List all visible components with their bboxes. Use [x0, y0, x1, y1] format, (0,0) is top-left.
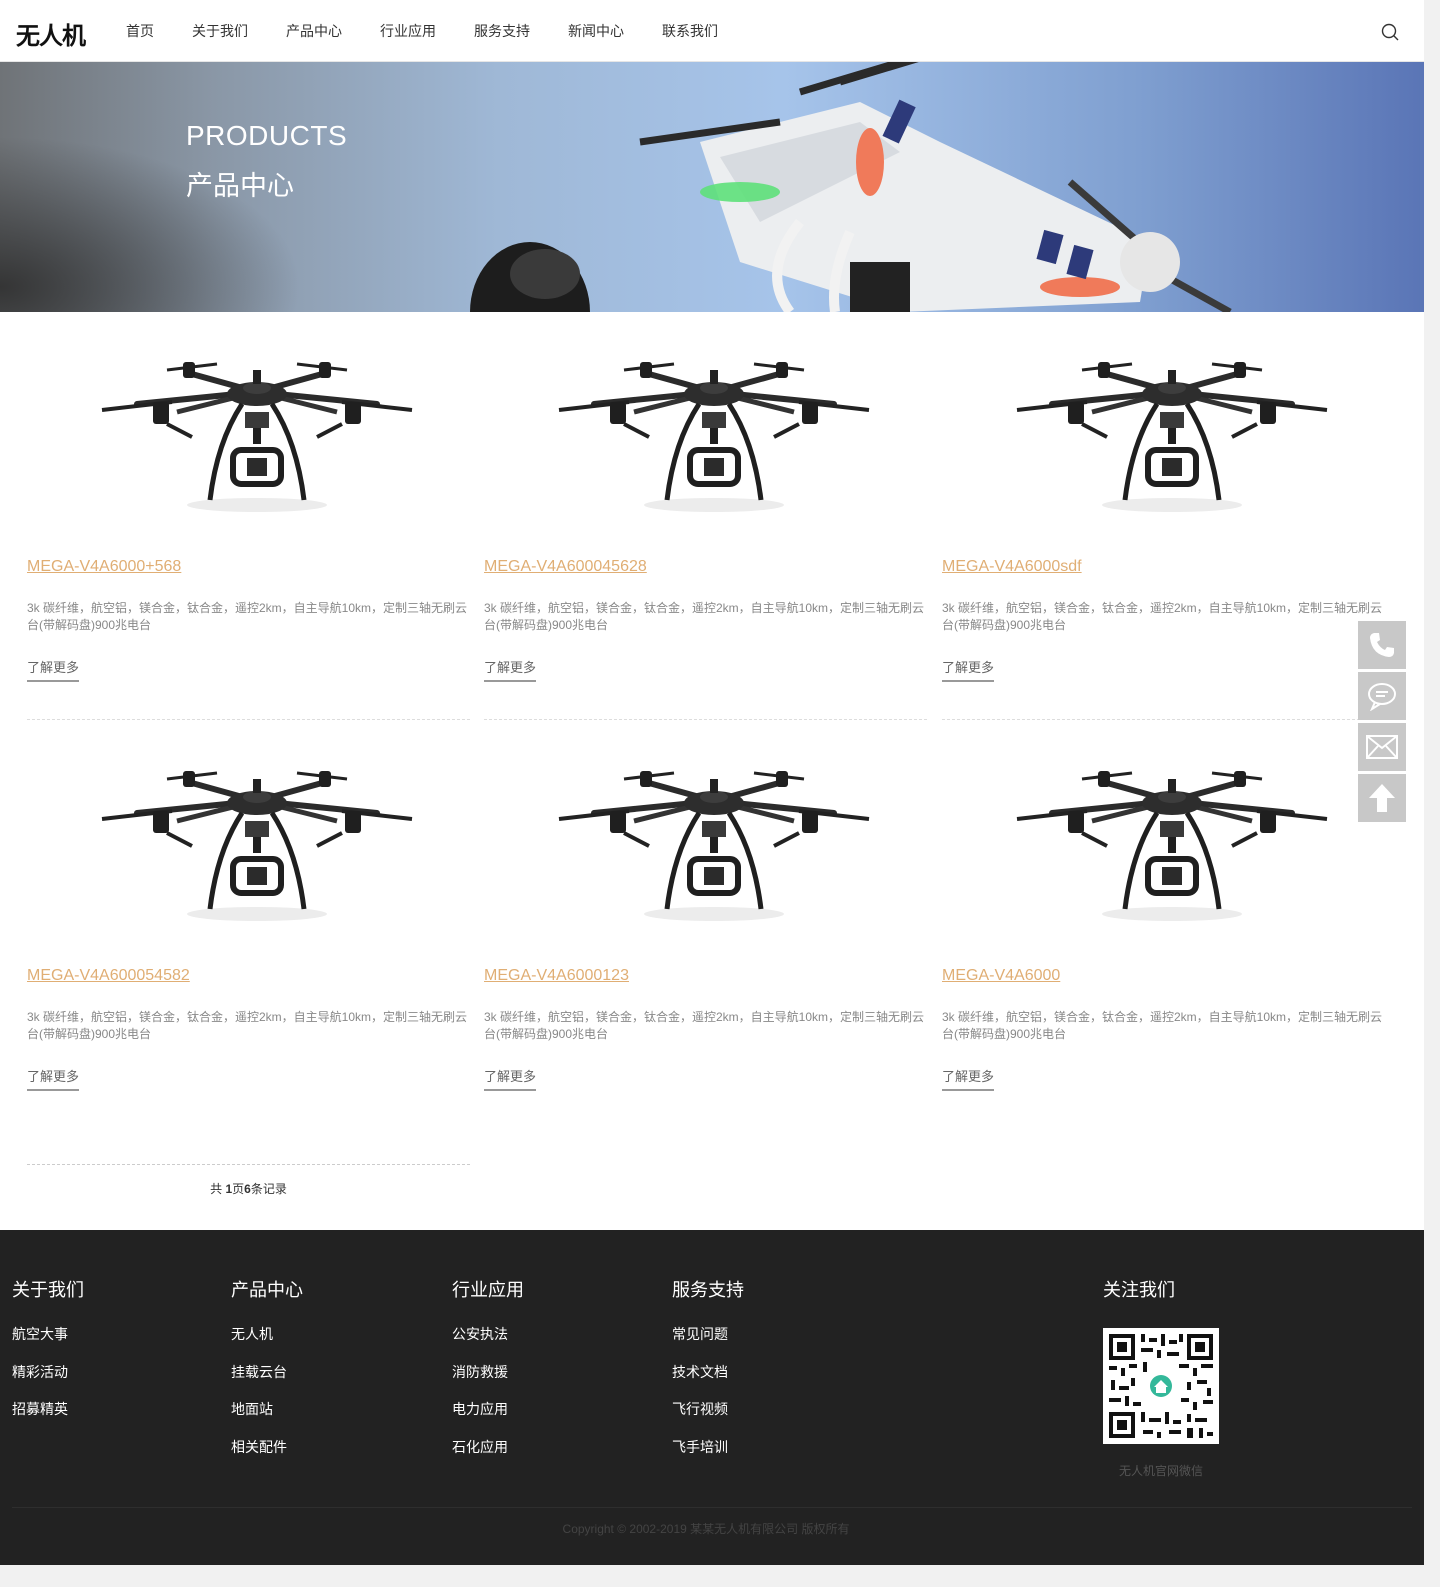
logo[interactable]: 无人机: [16, 16, 86, 51]
product-desc: 3k 碳纤维，航空铝，镁合金，钛合金，遥控2km，自主导航10km，定制三轴无刷…: [942, 1010, 1383, 1041]
drone-image[interactable]: [942, 721, 1385, 956]
product-desc: 3k 碳纤维，航空铝，镁合金，钛合金，遥控2km，自主导航10km，定制三轴无刷…: [942, 601, 1383, 632]
back-to-top-button[interactable]: [1358, 774, 1406, 822]
footer-col-industry: 行业应用 公安执法 消防救援 电力应用 石化应用: [452, 1276, 524, 1474]
scrollbar[interactable]: [1424, 0, 1440, 1587]
main-nav: 首页 关于我们 产品中心 行业应用 服务支持 新闻中心 联系我们: [126, 0, 756, 62]
footer-link[interactable]: 公安执法: [452, 1324, 524, 1344]
footer-col-title: 产品中心: [231, 1280, 303, 1300]
footer-col-title: 行业应用: [452, 1280, 524, 1300]
product-desc: 3k 碳纤维，航空铝，镁合金，钛合金，遥控2km，自主导航10km，定制三轴无刷…: [484, 601, 925, 632]
product-card: MEGA-V4A6000+568 3k 碳纤维，航空铝，镁合金，钛合金，遥控2k…: [27, 312, 470, 721]
phone-button[interactable]: [1358, 621, 1406, 669]
drone-image[interactable]: [942, 312, 1385, 547]
pager-count: 6: [244, 1182, 251, 1196]
product-title[interactable]: MEGA-V4A6000123: [484, 967, 629, 985]
pager-prefix: 共: [210, 1182, 226, 1196]
product-card: MEGA-V4A6000 3k 碳纤维，航空铝，镁合金，钛合金，遥控2km，自主…: [942, 721, 1385, 1130]
product-desc: 3k 碳纤维，航空铝，镁合金，钛合金，遥控2km，自主导航10km，定制三轴无刷…: [27, 1010, 468, 1041]
footer-link[interactable]: 精彩活动: [12, 1362, 84, 1382]
search-icon[interactable]: [1381, 23, 1399, 41]
header: 无人机 首页 关于我们 产品中心 行业应用 服务支持 新闻中心 联系我们: [0, 0, 1424, 62]
footer-link[interactable]: 航空大事: [12, 1324, 84, 1344]
product-card: MEGA-V4A600045628 3k 碳纤维，航空铝，镁合金，钛合金，遥控2…: [484, 312, 927, 721]
footer-col-about: 关于我们 航空大事 精彩活动 招募精英: [12, 1276, 84, 1437]
drone-image[interactable]: [27, 312, 470, 547]
pager-suffix: 条记录: [250, 1182, 287, 1196]
learn-more-link[interactable]: 了解更多: [27, 657, 80, 682]
copyright: Copyright © 2002-2019 某某无人机有限公司 版权所有: [562, 1522, 850, 1536]
pager-divider: [27, 1164, 470, 1165]
arrow-up-icon: [1369, 784, 1395, 812]
nav-news[interactable]: 新闻中心: [568, 0, 624, 62]
learn-more-link[interactable]: 了解更多: [484, 1066, 537, 1091]
product-title[interactable]: MEGA-V4A6000sdf: [942, 558, 1082, 576]
banner-title-cn: 产品中心: [186, 171, 294, 201]
footer-col-products: 产品中心 无人机 挂载云台 地面站 相关配件: [231, 1276, 303, 1474]
drone-image[interactable]: [484, 312, 927, 547]
footer-col-title: 关注我们: [1103, 1280, 1175, 1300]
drone-image[interactable]: [27, 721, 470, 956]
divider: [942, 719, 1385, 720]
product-card: MEGA-V4A600054582 3k 碳纤维，航空铝，镁合金，钛合金，遥控2…: [27, 721, 470, 1130]
side-float-bar: [1358, 621, 1408, 825]
divider: [484, 719, 927, 720]
footer-link[interactable]: 电力应用: [452, 1399, 524, 1419]
product-desc: 3k 碳纤维，航空铝，镁合金，钛合金，遥控2km，自主导航10km，定制三轴无刷…: [27, 601, 468, 632]
product-title[interactable]: MEGA-V4A6000: [942, 967, 1060, 985]
footer-col-service: 服务支持 常见问题 技术文档 飞行视频 飞手培训: [672, 1276, 744, 1474]
nav-products[interactable]: 产品中心: [286, 0, 342, 62]
page: 无人机 首页 关于我们 产品中心 行业应用 服务支持 新闻中心 联系我们 PRO…: [0, 0, 1424, 1565]
learn-more-link[interactable]: 了解更多: [942, 657, 995, 682]
banner: PRODUCTS 产品中心: [0, 62, 1424, 312]
footer-link[interactable]: 飞手培训: [672, 1437, 744, 1457]
nav-service[interactable]: 服务支持: [474, 0, 530, 62]
nav-contact[interactable]: 联系我们: [662, 0, 718, 62]
phone-icon: [1370, 633, 1394, 657]
footer-link[interactable]: 技术文档: [672, 1362, 744, 1382]
footer-col-title: 关于我们: [12, 1280, 84, 1300]
footer-link[interactable]: 飞行视频: [672, 1399, 744, 1419]
footer: 关于我们 航空大事 精彩活动 招募精英 产品中心 无人机 挂载云台 地面站 相关…: [0, 1230, 1424, 1565]
mail-icon: [1366, 735, 1398, 759]
banner-title-en: PRODUCTS: [186, 120, 348, 151]
footer-link[interactable]: 招募精英: [12, 1399, 84, 1419]
chat-button[interactable]: [1358, 672, 1406, 720]
footer-link[interactable]: 消防救援: [452, 1362, 524, 1382]
footer-link[interactable]: 无人机: [231, 1324, 303, 1344]
learn-more-link[interactable]: 了解更多: [27, 1066, 80, 1091]
learn-more-link[interactable]: 了解更多: [484, 657, 537, 682]
qr-code-image: [1103, 1328, 1219, 1444]
learn-more-link[interactable]: 了解更多: [942, 1066, 995, 1091]
footer-link[interactable]: 石化应用: [452, 1437, 524, 1457]
footer-divider: [12, 1507, 1412, 1508]
product-card: MEGA-V4A6000123 3k 碳纤维，航空铝，镁合金，钛合金，遥控2km…: [484, 721, 927, 1130]
nav-about[interactable]: 关于我们: [192, 0, 248, 62]
pagination-info: 共 1页6条记录: [27, 1180, 470, 1197]
qr-caption: 无人机官网微信: [1118, 1464, 1203, 1478]
footer-link[interactable]: 相关配件: [231, 1437, 303, 1457]
product-title[interactable]: MEGA-V4A6000+568: [27, 558, 181, 576]
drone-image[interactable]: [484, 721, 927, 956]
footer-link[interactable]: 地面站: [231, 1399, 303, 1419]
footer-link[interactable]: 常见问题: [672, 1324, 744, 1344]
mail-button[interactable]: [1358, 723, 1406, 771]
product-card: MEGA-V4A6000sdf 3k 碳纤维，航空铝，镁合金，钛合金，遥控2km…: [942, 312, 1385, 721]
pager-mid: 页: [232, 1182, 245, 1196]
product-desc: 3k 碳纤维，航空铝，镁合金，钛合金，遥控2km，自主导航10km，定制三轴无刷…: [484, 1010, 925, 1041]
nav-home[interactable]: 首页: [126, 0, 154, 62]
product-title[interactable]: MEGA-V4A600054582: [27, 967, 190, 985]
divider: [27, 719, 470, 720]
footer-col-title: 服务支持: [672, 1280, 744, 1300]
nav-industry[interactable]: 行业应用: [380, 0, 436, 62]
footer-col-follow: 关注我们: [1103, 1276, 1175, 1324]
footer-link[interactable]: 挂载云台: [231, 1362, 303, 1382]
product-title[interactable]: MEGA-V4A600045628: [484, 558, 647, 576]
chat-icon: [1368, 683, 1396, 711]
